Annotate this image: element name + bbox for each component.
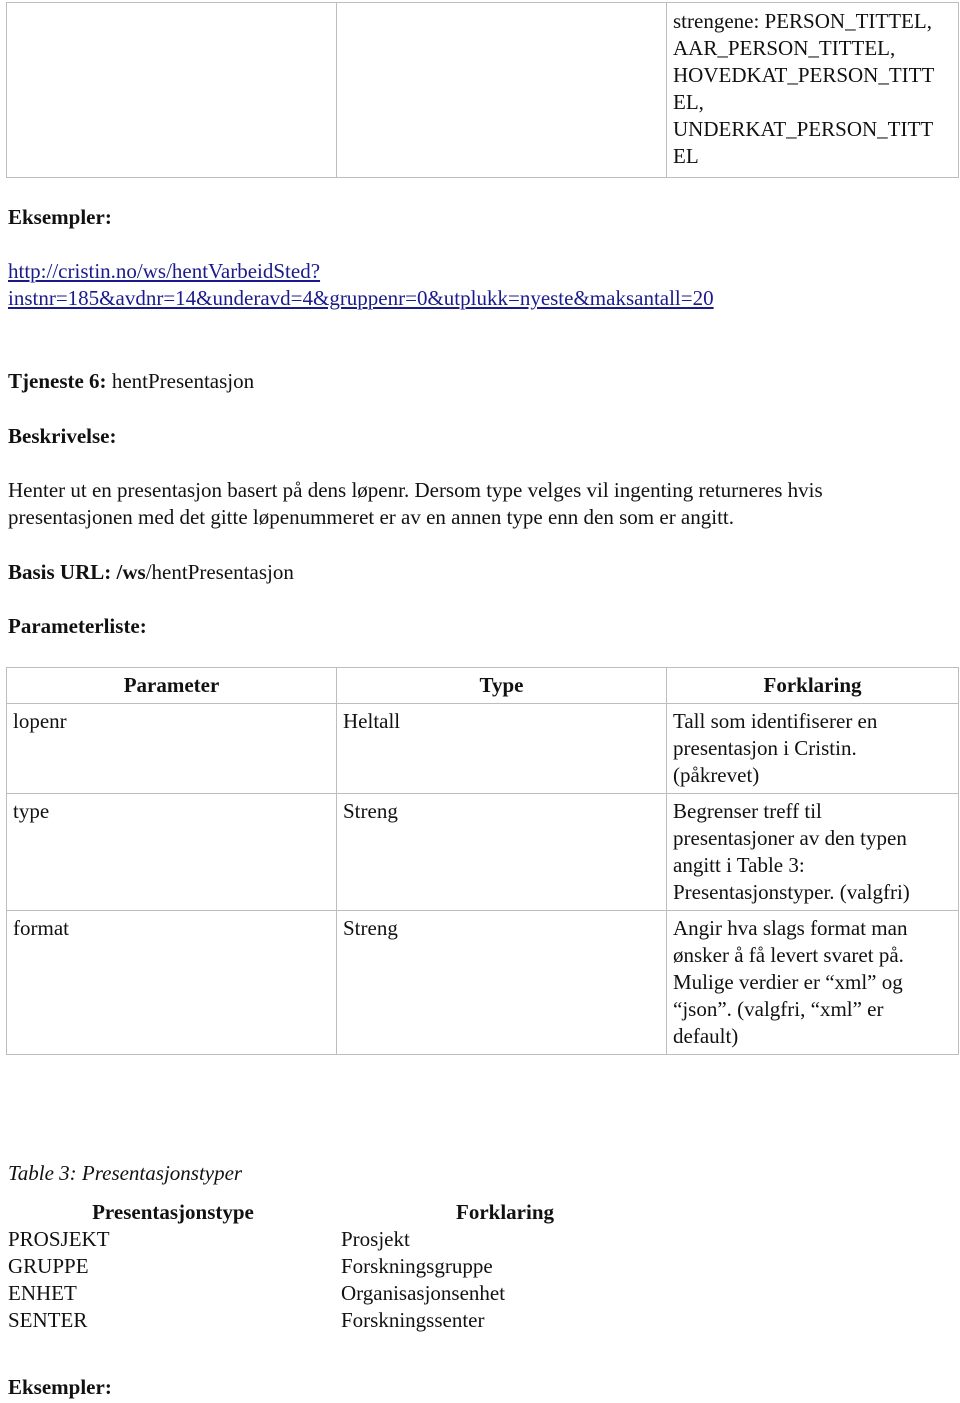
param-name: format (6, 910, 337, 1055)
type-code: SENTER (8, 1308, 88, 1332)
desc-line: default) (673, 1024, 739, 1048)
header-presentasjonstype: Presentasjonstype (92, 1200, 254, 1224)
param-type: Heltall (336, 703, 667, 794)
header-forklaring: Forklaring (666, 667, 959, 704)
description-label: Beskrivelse: (8, 424, 117, 448)
type-code: PROSJEKT (8, 1227, 110, 1251)
header-parameter: Parameter (6, 667, 337, 704)
desc-line: Begrenser treff til (673, 799, 822, 823)
example-link[interactable]: http://cristin.no/ws/hentVarbeidSted? in… (8, 258, 714, 312)
desc-line: “json”. (valgfri, “xml” er (673, 997, 884, 1021)
desc-line: Angir hva slags format man (673, 916, 908, 940)
continued-table: strengene: PERSON_TITTEL, AAR_PERSON_TIT… (6, 2, 959, 178)
examples-heading: Eksempler: (8, 205, 112, 229)
service-label: Tjeneste 6: (8, 369, 107, 393)
param-description: Begrenser treff til presentasjoner av de… (666, 793, 959, 911)
desc-line: (påkrevet) (673, 763, 760, 787)
types-column: PROSJEKT GRUPPE ENHET SENTER (8, 1226, 110, 1334)
types-description-column: Prosjekt Forskningsgruppe Organisasjonse… (341, 1226, 505, 1334)
table-row: format Streng Angir hva slags format man… (6, 910, 959, 1055)
table-row: type Streng Begrenser treff til presenta… (6, 793, 959, 911)
desc-line: presentasjon i Cristin. (673, 736, 857, 760)
type-code: ENHET (8, 1281, 77, 1305)
base-url-path: /hentPresentasjon (145, 560, 294, 584)
table-row: lopenr Heltall Tall som identifiserer en… (6, 703, 959, 794)
desc-line: presentasjoner av den typen (673, 826, 907, 850)
header-forklaring: Forklaring (456, 1200, 554, 1224)
cell-line: UNDERKAT_PERSON_TITT (673, 117, 934, 141)
base-url-label: Basis URL: /ws (8, 560, 146, 584)
param-description: Tall som identifiserer en presentasjon i… (666, 703, 959, 794)
parameter-list-label: Parameterliste: (8, 614, 147, 638)
base-url: Basis URL: /ws/hentPresentasjon (8, 559, 294, 586)
param-type: Streng (336, 793, 667, 911)
description-line: presentasjonen med det gitte løpenummere… (8, 505, 735, 529)
type-description: Organisasjonsenhet (341, 1281, 506, 1305)
service-name: hentPresentasjon (111, 369, 255, 393)
strings-cell: strengene: PERSON_TITTEL, AAR_PERSON_TIT… (666, 2, 959, 178)
table-row: strengene: PERSON_TITTEL, AAR_PERSON_TIT… (6, 2, 959, 178)
example-link-line2[interactable]: instnr=185&avdnr=14&underavd=4&gruppenr=… (8, 286, 714, 310)
example-link-line1[interactable]: http://cristin.no/ws/hentVarbeidSted? (8, 259, 320, 283)
empty-cell (6, 2, 337, 178)
empty-cell (336, 2, 667, 178)
cell-line: HOVEDKAT_PERSON_TITT (673, 63, 935, 87)
desc-line: Tall som identifiserer en (673, 709, 878, 733)
param-name: lopenr (6, 703, 337, 794)
param-type: Streng (336, 910, 667, 1055)
cell-line: EL, (673, 90, 704, 114)
type-description: Prosjekt (341, 1227, 410, 1251)
desc-line: angitt i Table 3: (673, 853, 805, 877)
cell-line: strengene: PERSON_TITTEL, (673, 9, 932, 33)
type-code: GRUPPE (8, 1254, 89, 1278)
service-title: Tjeneste 6: hentPresentasjon (8, 368, 254, 395)
table-caption: Table 3: Presentasjonstyper (8, 1161, 243, 1185)
cell-line: AAR_PERSON_TITTEL, (673, 36, 896, 60)
table-header-row: Parameter Type Forklaring (6, 667, 959, 704)
examples-heading-2: Eksempler: (8, 1375, 112, 1399)
desc-line: Presentasjonstyper. (valgfri) (673, 880, 910, 904)
parameter-table: Parameter Type Forklaring lopenr Heltall… (6, 667, 959, 1055)
desc-line: Mulige verdier er “xml” og (673, 970, 903, 994)
header-type: Type (336, 667, 667, 704)
description-text: Henter ut en presentasjon basert på dens… (8, 477, 958, 531)
type-description: Forskningsgruppe (341, 1254, 493, 1278)
description-line: Henter ut en presentasjon basert på dens… (8, 478, 823, 502)
param-name: type (6, 793, 337, 911)
param-description: Angir hva slags format man ønsker å få l… (666, 910, 959, 1055)
desc-line: ønsker å få levert svaret på. (673, 943, 904, 967)
cell-line: EL (673, 144, 699, 168)
type-description: Forskningssenter (341, 1308, 485, 1332)
